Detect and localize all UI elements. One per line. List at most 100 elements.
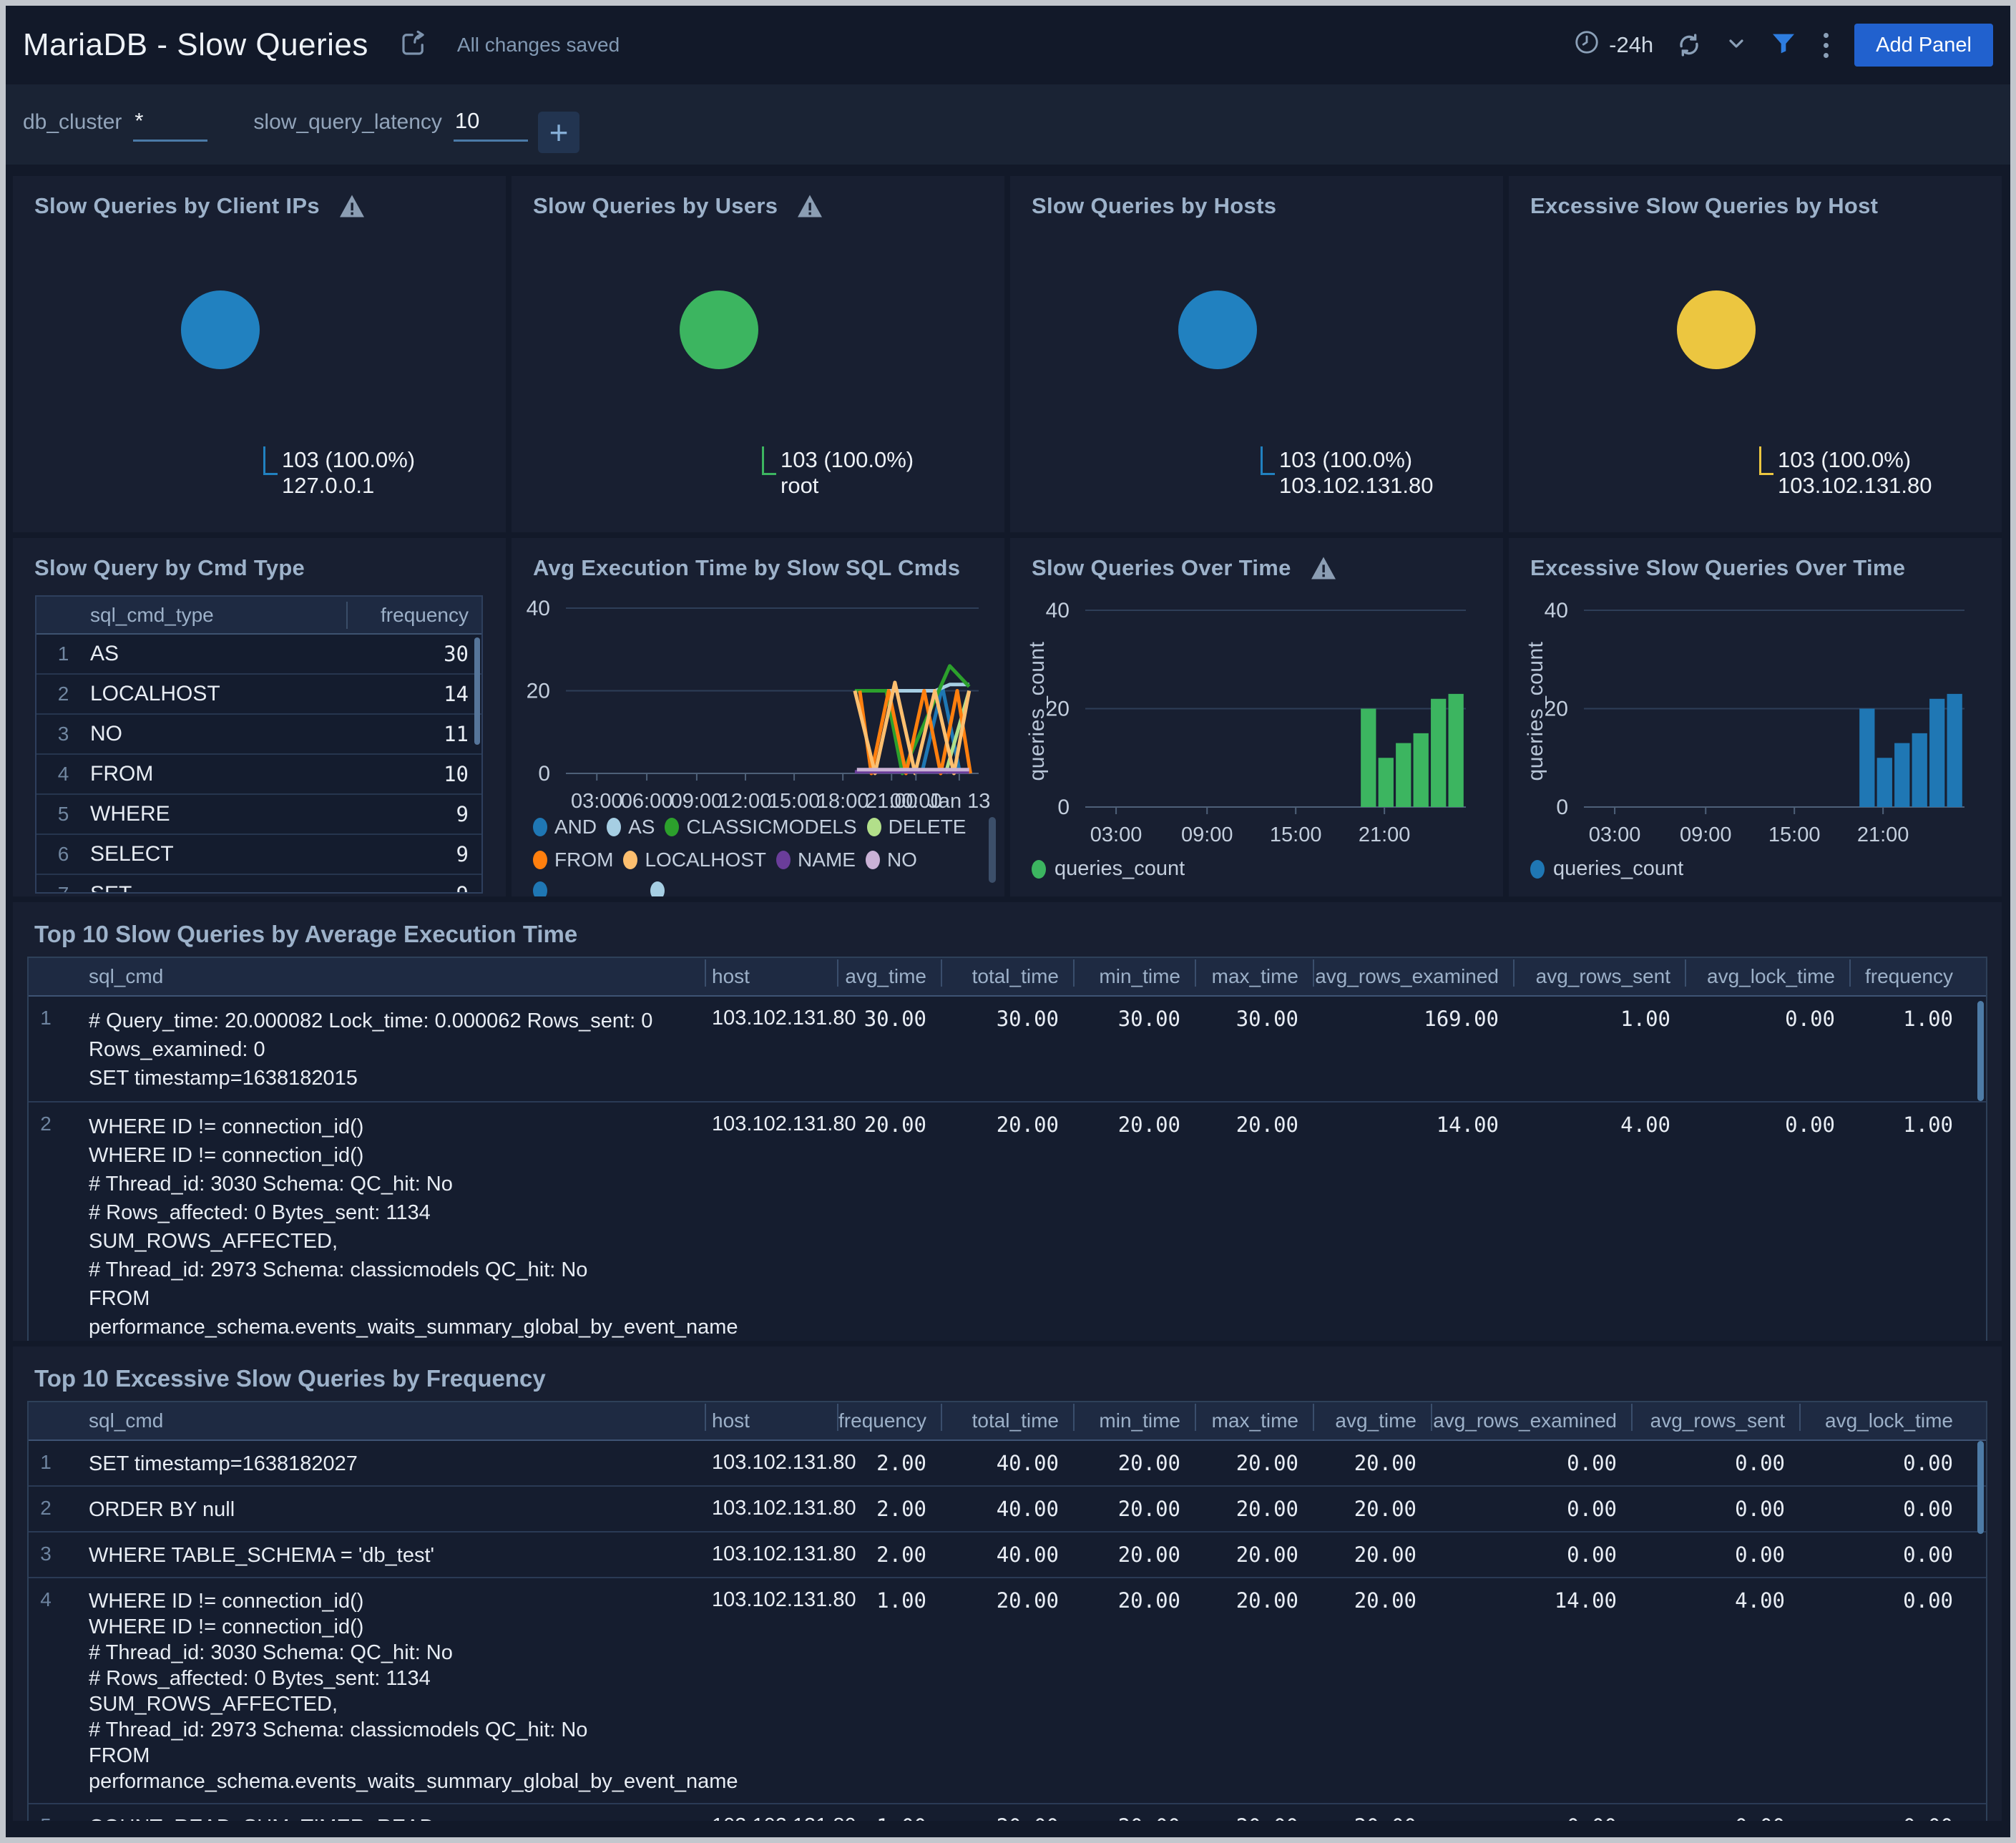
frequency-cell: 9 (456, 802, 469, 826)
column-header-avg-lock-time[interactable]: avg_lock_time (1685, 959, 1849, 988)
svg-text:15:00: 15:00 (1270, 823, 1322, 846)
column-header-avg-rows-examined[interactable]: avg_rows_examined (1313, 959, 1513, 988)
min-time-cell: 20.00 (1117, 1113, 1180, 1137)
legend-dot (650, 881, 665, 896)
column-header-host[interactable]: host (705, 959, 837, 988)
avg-rows-examined-cell: 0.00 (1431, 1804, 1631, 1821)
variable-value-input[interactable]: * (133, 108, 208, 142)
add-variable-button[interactable]: + (538, 112, 579, 153)
column-header-avg-rows-sent[interactable]: avg_rows_sent (1631, 1404, 1799, 1432)
legend-item[interactable] (533, 881, 640, 896)
donut-ring[interactable] (1178, 290, 1257, 369)
donut-chart[interactable]: 103 (100.0%) 103.102.131.80 (1010, 176, 1503, 532)
legend-item[interactable]: AS (607, 816, 655, 839)
column-header-avg-lock-time[interactable]: avg_lock_time (1799, 1404, 1986, 1432)
filter-button[interactable] (1769, 29, 1798, 62)
column-header-avg-rows-examined[interactable]: avg_rows_examined (1431, 1404, 1631, 1432)
donut-label-connector (1759, 446, 1773, 475)
total-time-cell: 40.00 (996, 1451, 1059, 1475)
column-header-total-time[interactable]: total_time (941, 959, 1073, 988)
column-header-avg-time[interactable]: avg_time (1313, 1404, 1431, 1432)
save-status: All changes saved (456, 34, 620, 56)
bar-chart[interactable]: 0 20 40 03:00 09:00 15:00 21:00 (1509, 538, 2002, 896)
share-button[interactable] (398, 29, 429, 62)
column-header-min-time[interactable]: min_time (1073, 1404, 1195, 1432)
donut-panel: Slow Queries by Hosts 103 (100.0%) 103.1… (1010, 176, 1503, 532)
row-number: 2 (40, 1497, 52, 1519)
donut-label: 103 (100.0%) 127.0.0.1 (282, 447, 415, 499)
frequency-cell: 1.00 (1903, 1113, 1953, 1137)
sql-cmd-type-cell: AS (90, 642, 119, 665)
legend-item[interactable]: AND (533, 816, 597, 839)
column-header-frequency[interactable]: frequency (1849, 959, 1986, 988)
frequency-cell: 1.00 (1903, 1007, 1953, 1031)
variable-value-input[interactable]: 10 (453, 108, 528, 142)
legend-item[interactable]: FROM (533, 849, 613, 871)
chart-legend[interactable]: queries_count (1032, 857, 1185, 881)
column-header-frequency[interactable]: frequency (346, 601, 484, 629)
top-excessive-slow-queries-panel: Top 10 Excessive Slow Queries by Frequen… (13, 1346, 2002, 1821)
page-title: MariaDB - Slow Queries (23, 27, 368, 62)
top-excessive-slow-queries-table: sql_cmd host frequency total_time min_ti… (27, 1401, 1987, 1821)
frequency-cell: 14 (444, 682, 469, 706)
legend-item[interactable]: NAME (776, 849, 856, 871)
avg-lock-time-cell: 0.00 (1785, 1113, 1835, 1137)
column-header-avg-rows-sent[interactable]: avg_rows_sent (1513, 959, 1685, 988)
donut-ring[interactable] (1677, 290, 1756, 369)
scrollbar-thumb[interactable] (1977, 1001, 1984, 1101)
legend-item[interactable] (650, 881, 758, 896)
frequency-cell: 1.00 (837, 1804, 941, 1821)
sql-cmd-type-cell: WHERE (90, 802, 170, 826)
sql-cmd-type-cell: FROM (90, 762, 154, 786)
avg-lock-time-cell: 0.00 (1799, 1804, 1986, 1821)
donut-chart[interactable]: 103 (100.0%) 103.102.131.80 (1509, 176, 2002, 532)
scrollbar-thumb[interactable] (989, 817, 996, 883)
legend-item[interactable]: CLASSICMODELS (665, 816, 857, 839)
legend-dot (623, 851, 638, 869)
time-range-control[interactable]: -24h (1573, 29, 1653, 62)
column-header-sql-cmd-type[interactable]: sql_cmd_type (90, 604, 346, 627)
column-header-max-time[interactable]: max_time (1195, 959, 1313, 988)
donut-ring[interactable] (680, 290, 758, 369)
frequency-cell: 2.00 (876, 1451, 926, 1475)
column-header-avg-time[interactable]: avg_time (837, 959, 941, 988)
column-header-sql-cmd[interactable]: sql_cmd (63, 1409, 705, 1432)
frequency-cell: 1.00 (876, 1588, 926, 1613)
max-time-cell: 20.00 (1235, 1451, 1298, 1475)
donut-ring[interactable] (181, 290, 260, 369)
refresh-dropdown-chevron[interactable] (1725, 32, 1748, 59)
donut-label-connector (762, 446, 776, 475)
chart-legend[interactable]: queries_count (1530, 857, 1683, 881)
column-header-total-time[interactable]: total_time (941, 1404, 1073, 1432)
svg-text:06:00: 06:00 (621, 790, 673, 813)
bar-chart[interactable]: 0 20 40 03:00 09:00 15:00 21:00 (1010, 538, 1503, 896)
add-panel-button[interactable]: Add Panel (1854, 24, 1993, 67)
sql-cmd-cell: # Query_time: 20.000082 Lock_time: 0.000… (89, 1010, 653, 1090)
legend-item[interactable]: LOCALHOST (623, 849, 766, 871)
column-header-frequency[interactable]: frequency (837, 1404, 941, 1432)
donut-chart[interactable]: 103 (100.0%) root (512, 176, 1004, 532)
scrollbar-thumb[interactable] (1977, 1441, 1984, 1534)
column-header-sql-cmd[interactable]: sql_cmd (63, 965, 705, 988)
scrollbar-thumb[interactable] (474, 637, 480, 745)
column-header-min-time[interactable]: min_time (1073, 959, 1195, 988)
column-header-max-time[interactable]: max_time (1195, 1404, 1313, 1432)
svg-text:03:00: 03:00 (1589, 823, 1641, 846)
frequency-cell: 10 (444, 762, 469, 786)
legend-label: CLASSICMODELS (686, 816, 857, 838)
max-time-cell: 20.00 (1235, 1113, 1298, 1137)
more-options-button[interactable] (1819, 32, 1833, 58)
refresh-button[interactable] (1675, 31, 1703, 59)
column-header-host[interactable]: host (705, 1404, 837, 1432)
legend-item[interactable]: DELETE (866, 816, 967, 839)
sql-cmd-cell: WHERE TABLE_SCHEMA = 'db_test' (89, 1544, 435, 1567)
total-time-cell: 20.00 (996, 1588, 1059, 1613)
row-number: 7 (36, 883, 90, 892)
host-cell: 103.102.131.80 (712, 1007, 856, 1030)
legend-item[interactable]: NO (865, 849, 917, 871)
row-number: 4 (57, 763, 69, 785)
max-time-cell: 20.00 (1235, 1497, 1298, 1521)
donut-value: 103 (100.0%) (1778, 447, 1912, 472)
donut-chart[interactable]: 103 (100.0%) 127.0.0.1 (13, 176, 506, 532)
svg-text:15:00: 15:00 (768, 790, 821, 813)
